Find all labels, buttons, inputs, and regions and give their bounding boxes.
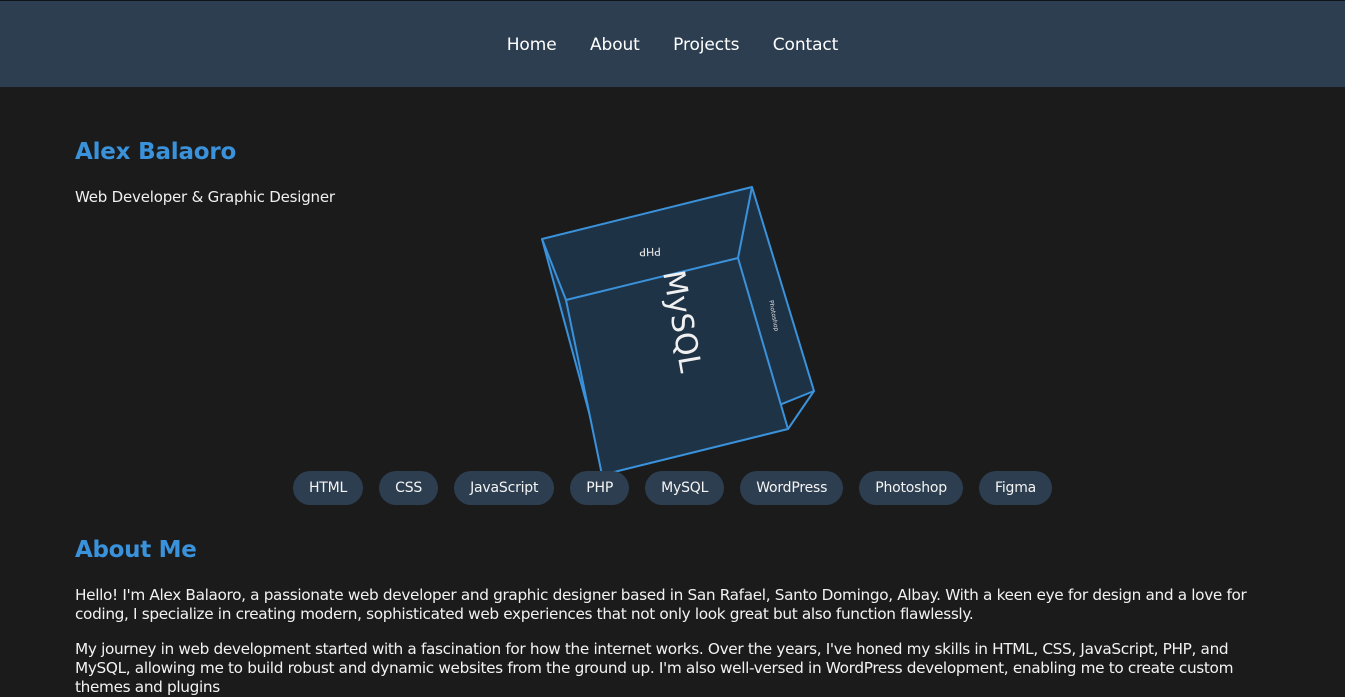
skill-pill-mysql: MySQL (645, 471, 725, 505)
skill-pill-photoshop: Photoshop (859, 471, 963, 505)
nav-link-about[interactable]: About (590, 35, 640, 55)
about-paragraph: My journey in web development started wi… (75, 640, 1234, 696)
skill-pill-html: HTML (292, 471, 364, 505)
hero-tagline: Web Developer & Graphic Designer (75, 188, 335, 206)
hero-name: Alex Balaoro (75, 139, 237, 165)
main-nav: Home About Projects Contact (0, 35, 1345, 55)
skill-pill-javascript: JavaScript (454, 471, 555, 505)
about-heading: About Me (75, 537, 197, 563)
skills-cube-animation: PHP MySQL Photoshop (541, 186, 815, 476)
skill-pill-css: CSS (379, 471, 439, 505)
nav-link-projects[interactable]: Projects (673, 35, 739, 55)
skill-pill-wordpress: WordPress (740, 471, 844, 505)
about-paragraph: Hello! I'm Alex Balaoro, a passionate we… (75, 586, 1247, 623)
skill-pill-figma: Figma (978, 471, 1053, 505)
nav-link-contact[interactable]: Contact (773, 35, 839, 55)
top-navigation-bar: Home About Projects Contact (0, 0, 1345, 87)
cube-face-label-top: PHP (639, 245, 661, 259)
skills-list: HTML CSS JavaScript PHP MySQL WordPress … (0, 471, 1345, 505)
skill-pill-php: PHP (570, 471, 630, 505)
nav-link-home[interactable]: Home (507, 35, 557, 55)
